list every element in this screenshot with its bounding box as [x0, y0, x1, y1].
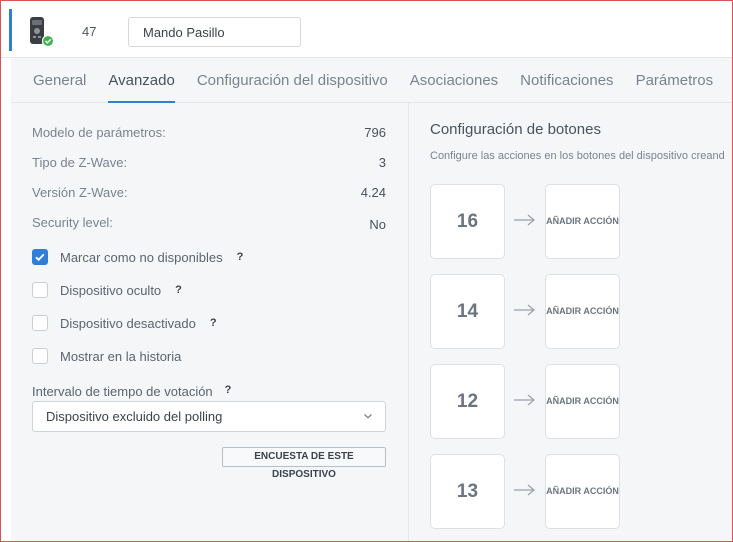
- arrow-right-icon: [514, 394, 535, 406]
- checkbox-row-hidden: Dispositivo oculto ?: [32, 282, 182, 298]
- property-row: Tipo de Z-Wave: 3: [32, 155, 386, 170]
- property-row: Security level: No: [32, 215, 386, 232]
- header-accent-bar: [9, 9, 12, 51]
- checkbox-row-disabled: Dispositivo desactivado ?: [32, 315, 217, 331]
- checkbox-hidden[interactable]: [32, 282, 48, 298]
- polling-interval-label: Intervalo de tiempo de votación ?: [32, 384, 231, 399]
- polling-interval-select[interactable]: Dispositivo excluido del polling: [32, 401, 386, 432]
- device-header: 47: [1, 1, 732, 58]
- tab-asociaciones[interactable]: Asociaciones: [410, 58, 498, 103]
- left-strip: [1, 58, 11, 541]
- tab-parametros[interactable]: Parámetros: [636, 58, 714, 103]
- property-value: 3: [378, 155, 386, 170]
- property-row: Modelo de parámetros: 796: [32, 125, 386, 140]
- checkbox-label: Mostrar en la historia: [60, 348, 182, 364]
- arrow-right-icon: [514, 304, 535, 316]
- tab-bar: General Avanzado Configuración del dispo…: [11, 58, 732, 103]
- checkbox-label: Dispositivo desactivado: [60, 315, 196, 331]
- tab-general[interactable]: General: [33, 58, 86, 103]
- button-mapping-row: 16 AÑADIR ACCIÓN: [430, 184, 730, 259]
- tab-avanzado[interactable]: Avanzado: [108, 58, 175, 103]
- check-icon: [35, 253, 45, 262]
- property-value: 796: [364, 125, 386, 140]
- checkbox-label: Dispositivo oculto: [60, 282, 162, 298]
- checkbox-disabled[interactable]: [32, 315, 48, 331]
- help-icon[interactable]: ?: [237, 251, 244, 263]
- device-name-input[interactable]: [128, 17, 301, 47]
- add-action-button[interactable]: AÑADIR ACCIÓN: [545, 364, 620, 439]
- remote-control-icon: [30, 17, 55, 48]
- checkbox-row-history: Mostrar en la historia: [32, 348, 181, 364]
- poll-device-button[interactable]: ENCUESTA DE ESTE DISPOSITIVO: [222, 447, 386, 480]
- advanced-settings-panel: Modelo de parámetros: 796 Tipo de Z-Wave…: [11, 103, 409, 541]
- polling-label-text: Intervalo de tiempo de votación: [32, 384, 213, 399]
- buttons-config-title: Configuración de botones: [430, 121, 601, 138]
- add-action-button[interactable]: AÑADIR ACCIÓN: [545, 274, 620, 349]
- button-number[interactable]: 13: [430, 454, 505, 529]
- add-action-button[interactable]: AÑADIR ACCIÓN: [545, 454, 620, 529]
- help-icon[interactable]: ?: [210, 317, 217, 329]
- help-icon[interactable]: ?: [175, 284, 182, 296]
- property-label: Modelo de parámetros:: [32, 125, 166, 140]
- button-mapping-row: 12 AÑADIR ACCIÓN: [430, 364, 730, 439]
- buttons-config-description: Configure las acciones en los botones de…: [430, 150, 725, 162]
- button-number[interactable]: 14: [430, 274, 505, 349]
- checkbox-unavailable[interactable]: [32, 249, 48, 265]
- button-number[interactable]: 12: [430, 364, 505, 439]
- app-frame: 47 General Avanzado Configuración del di…: [0, 0, 733, 542]
- arrow-right-icon: [514, 214, 535, 226]
- property-value: 4.24: [360, 185, 386, 200]
- chevron-down-icon: [364, 414, 372, 419]
- checkbox-label: Marcar como no disponibles: [60, 249, 223, 265]
- property-label: Security level:: [32, 215, 113, 230]
- button-mapping-row: 13 AÑADIR ACCIÓN: [430, 454, 730, 529]
- button-mapping-row: 14 AÑADIR ACCIÓN: [430, 274, 730, 349]
- property-row: Versión Z-Wave: 4.24: [32, 185, 386, 200]
- buttons-config-panel: Configuración de botones Configure las a…: [410, 103, 732, 541]
- property-label: Tipo de Z-Wave:: [32, 155, 128, 170]
- button-number[interactable]: 16: [430, 184, 505, 259]
- polling-selected-value: Dispositivo excluido del polling: [46, 409, 223, 424]
- tab-notificaciones[interactable]: Notificaciones: [520, 58, 613, 103]
- checkbox-history[interactable]: [32, 348, 48, 364]
- property-label: Versión Z-Wave:: [32, 185, 128, 200]
- checkbox-row-unavailable: Marcar como no disponibles ?: [32, 249, 243, 265]
- help-icon[interactable]: ?: [225, 384, 232, 399]
- tab-configuracion-dispositivo[interactable]: Configuración del dispositivo: [197, 58, 388, 103]
- arrow-right-icon: [514, 484, 535, 496]
- add-action-button[interactable]: AÑADIR ACCIÓN: [545, 184, 620, 259]
- device-id: 47: [82, 24, 97, 39]
- property-value: No: [369, 217, 386, 232]
